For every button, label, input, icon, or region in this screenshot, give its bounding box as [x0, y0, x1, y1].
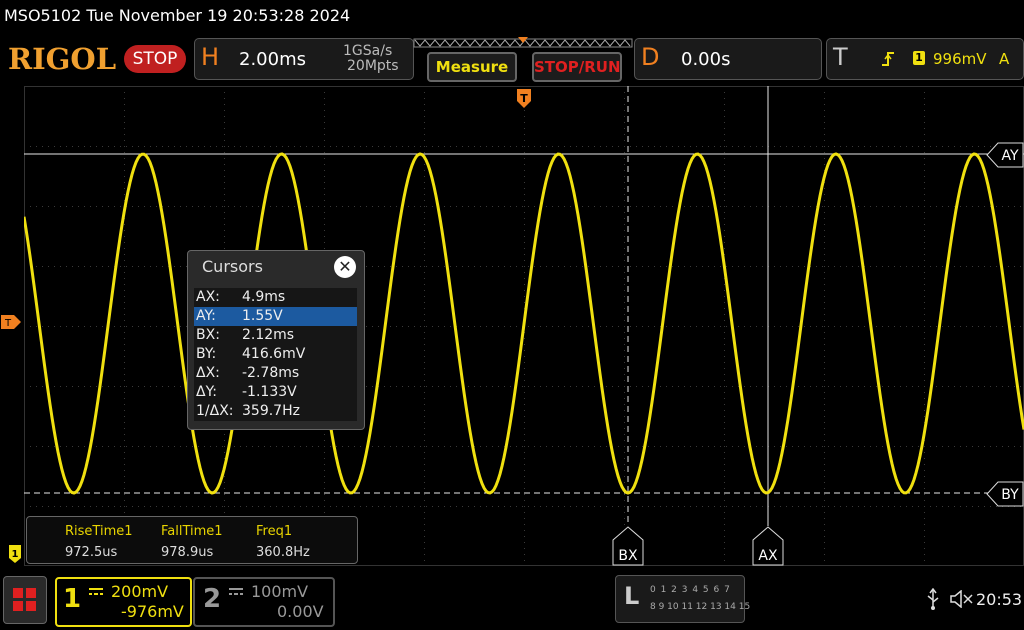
- ch2-offset: 0.00V: [277, 602, 324, 621]
- menu-grid-icon: [13, 588, 36, 611]
- ch1-offset: -976mV: [121, 602, 184, 621]
- measurement-label: Freq1: [256, 524, 293, 539]
- dc-coupling-icon: [89, 588, 103, 595]
- measurement-value: 972.5us: [65, 545, 118, 560]
- trigger-panel[interactable]: T 1 996mV A: [826, 38, 1024, 80]
- memory-position-bar[interactable]: [412, 37, 634, 51]
- ch1-scale: 200mV: [111, 582, 169, 601]
- measurement-panel[interactable]: RiseTime1 972.5us FallTime1 978.9us Freq…: [26, 516, 358, 564]
- horizontal-letter: H: [201, 43, 220, 71]
- ch1-waveform: [24, 152, 1024, 495]
- ch1-number: 1: [63, 584, 82, 614]
- timebase-value: 2.00ms: [239, 49, 306, 70]
- ch2-panel[interactable]: 2 100mV 0.00V: [193, 577, 335, 627]
- cursor-row-delta-x[interactable]: ΔX: -2.78ms: [194, 364, 357, 383]
- memory-depth: 20Mpts: [347, 58, 399, 74]
- cursors-dialog-title: Cursors: [202, 257, 263, 276]
- logic-panel[interactable]: L 0 1 2 3 4 5 6 7 8 9 10 11 12 13 14 15: [615, 575, 750, 623]
- measurement-label: RiseTime1: [65, 524, 133, 539]
- trigger-mode: A: [999, 50, 1010, 68]
- ch1-offset-marker[interactable]: 1: [8, 544, 22, 564]
- bx-cursor-label: BX: [618, 548, 638, 564]
- sample-rate: 1GSa/s: [343, 43, 393, 59]
- by-cursor-tag[interactable]: BY: [986, 481, 1024, 507]
- ax-cursor-tag[interactable]: AX: [752, 526, 784, 566]
- cursors-dialog[interactable]: Cursors ✕ AX: 4.9ms AY: 1.55V BX: 2.12ms BY…: [187, 250, 365, 430]
- ax-cursor-label: AX: [758, 548, 778, 564]
- cursor-row-by[interactable]: BY: 416.6mV: [194, 345, 357, 364]
- delay-value: 0.00s: [681, 49, 731, 70]
- cursor-row-inv-delta-x[interactable]: 1/ΔX: 359.7Hz: [194, 402, 357, 421]
- by-cursor-label: BY: [1001, 487, 1019, 503]
- usb-icon: [927, 588, 939, 610]
- logic-letter: L: [624, 582, 640, 610]
- cursors-dialog-header[interactable]: Cursors ✕: [188, 251, 364, 283]
- rising-edge-icon: [882, 52, 894, 66]
- measurement-label: FallTime1: [161, 524, 223, 539]
- main-menu-button[interactable]: [3, 576, 47, 624]
- ay-cursor-label: AY: [1001, 148, 1018, 164]
- trigger-level-marker-label: T: [4, 318, 12, 329]
- delay-panel[interactable]: D 0.00s: [634, 38, 822, 80]
- ch1-offset-marker-label: 1: [12, 549, 19, 560]
- logic-channels-row2: 8 9 10 11 12 13 14 15: [650, 602, 751, 612]
- cursor-row-ay[interactable]: AY: 1.55V: [194, 307, 357, 326]
- cursor-row-delta-y[interactable]: ΔY: -1.133V: [194, 383, 357, 402]
- cursor-row-bx[interactable]: BX: 2.12ms: [194, 326, 357, 345]
- trigger-level: 996mV: [933, 50, 987, 68]
- ch2-scale: 100mV: [251, 582, 309, 601]
- horizontal-panel[interactable]: H 2.00ms 1GSa/s 20Mpts: [194, 38, 414, 80]
- trigger-position-label: T: [520, 92, 528, 105]
- ay-cursor-tag[interactable]: AY: [986, 142, 1024, 168]
- ch2-number: 2: [203, 584, 222, 614]
- close-icon[interactable]: ✕: [334, 256, 356, 278]
- trigger-source-badge: 1: [913, 51, 925, 65]
- measure-button[interactable]: Measure: [427, 52, 517, 82]
- cursor-row-ax[interactable]: AX: 4.9ms: [194, 288, 357, 307]
- title-bar: MSO5102 Tue November 19 20:53:28 2024: [0, 0, 1024, 34]
- bx-cursor-tag[interactable]: BX: [612, 526, 644, 566]
- rigol-logo: RIGOL: [8, 42, 117, 76]
- measurement-value: 978.9us: [161, 545, 214, 560]
- status-clock: 20:53: [976, 590, 1023, 609]
- measurement-value: 360.8Hz: [256, 545, 310, 560]
- device-title: MSO5102 Tue November 19 20:53:28 2024: [4, 6, 351, 25]
- trigger-position-marker[interactable]: T: [516, 88, 532, 110]
- run-state-button[interactable]: STOP: [124, 45, 186, 73]
- dc-coupling-icon: [229, 588, 243, 595]
- delay-letter: D: [641, 43, 660, 71]
- trigger-letter: T: [833, 43, 848, 71]
- waveform-display[interactable]: [24, 86, 1024, 566]
- stop-run-button[interactable]: STOP/RUN: [532, 52, 622, 82]
- speaker-muted-icon[interactable]: [950, 590, 974, 608]
- logic-channels-row1: 0 1 2 3 4 5 6 7: [650, 585, 731, 595]
- trigger-level-marker[interactable]: T: [0, 314, 22, 330]
- ch1-panel[interactable]: 1 200mV -976mV: [55, 577, 192, 627]
